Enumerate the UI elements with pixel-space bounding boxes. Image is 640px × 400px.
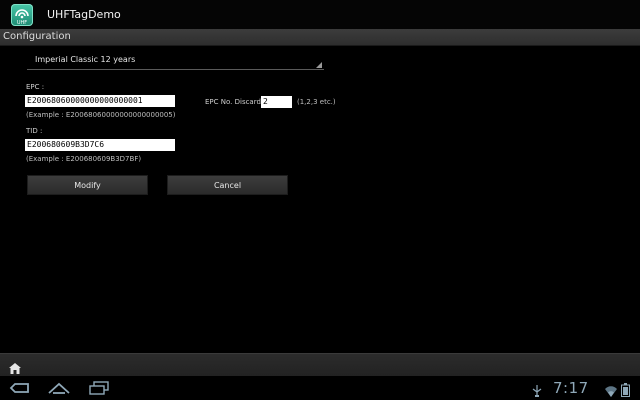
back-icon[interactable]	[8, 380, 30, 399]
epc-discard-field[interactable]: 2	[261, 96, 292, 108]
epc-label: EPC :	[26, 83, 45, 91]
epc-example: (Example : E20068060000000000000005)	[26, 111, 176, 119]
bottom-bar	[0, 353, 640, 376]
screen: UHF UHFTagDemo Configuration Imperial Cl…	[0, 0, 640, 400]
svg-text:UHF: UHF	[17, 20, 27, 26]
system-bar: 7:17	[0, 376, 640, 400]
wifi-icon	[605, 382, 617, 400]
home-nav-icon[interactable]	[47, 380, 71, 399]
spinner-selected-value: Imperial Classic 12 years	[35, 55, 136, 64]
tid-field[interactable]: E200680609B3D7C6	[25, 139, 175, 151]
modify-button[interactable]: Modify	[27, 175, 148, 195]
epc-field[interactable]: E20068060000000000000001	[25, 95, 175, 107]
tid-label: TID :	[26, 127, 43, 135]
product-spinner[interactable]: Imperial Classic 12 years	[27, 52, 324, 70]
action-bar: UHF UHFTagDemo	[0, 0, 640, 29]
usb-icon	[531, 382, 543, 400]
app-title: UHFTagDemo	[47, 8, 121, 21]
cancel-button[interactable]: Cancel	[167, 175, 288, 195]
uhf-app-icon[interactable]: UHF	[11, 4, 33, 26]
tid-example: (Example : E200680609B3D7BF)	[26, 155, 142, 163]
battery-icon	[621, 382, 630, 400]
dropdown-corner-icon	[316, 62, 322, 68]
section-header: Configuration	[0, 29, 640, 46]
epc-discard-label: EPC No. Discard:	[205, 98, 264, 106]
epc-discard-hint: (1,2,3 etc.)	[297, 98, 336, 106]
section-title: Configuration	[3, 31, 71, 42]
clock[interactable]: 7:17	[553, 379, 589, 397]
recent-apps-icon[interactable]	[88, 380, 110, 399]
